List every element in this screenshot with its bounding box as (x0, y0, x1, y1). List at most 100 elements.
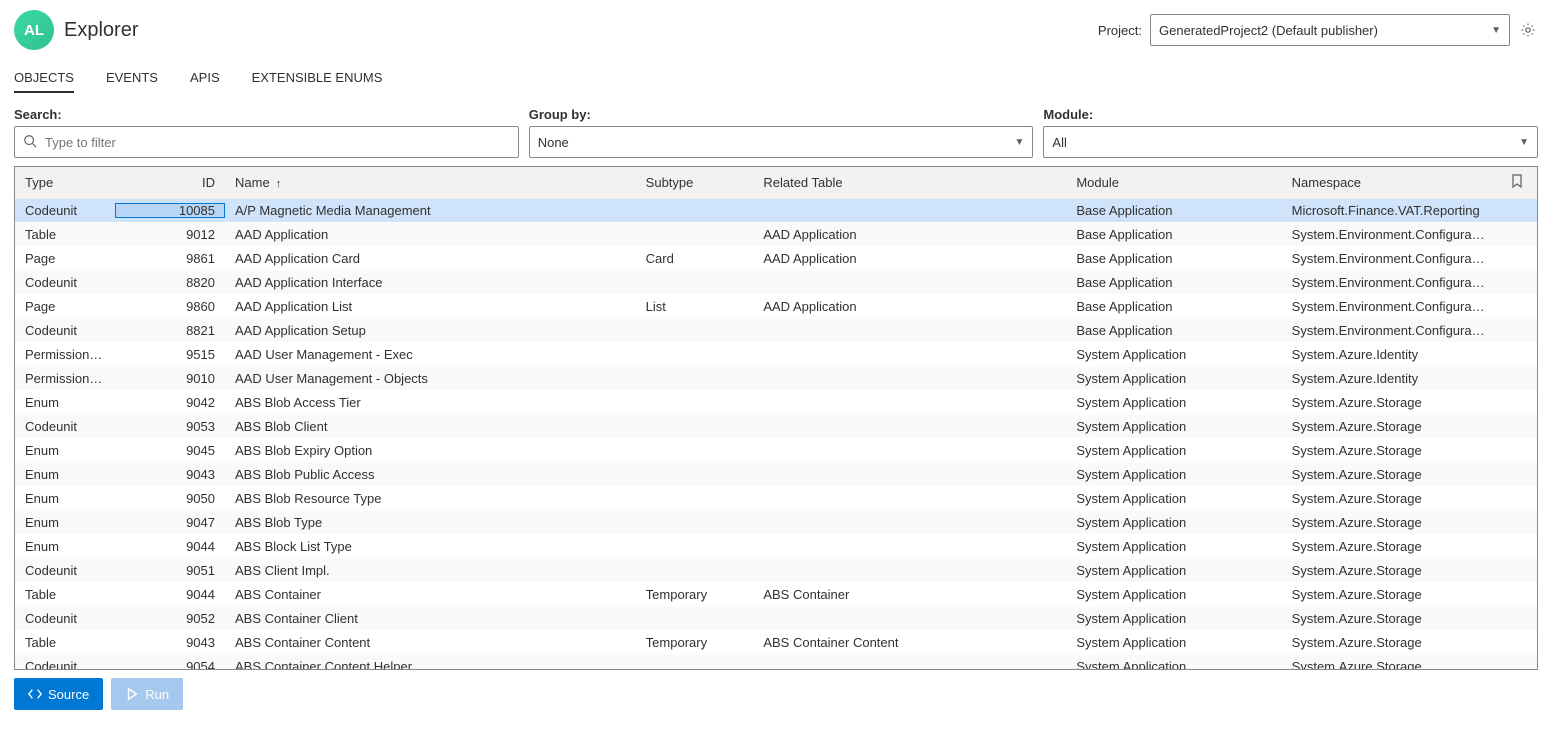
table-row[interactable]: Codeunit10085A/P Magnetic Media Manageme… (15, 199, 1537, 223)
cell-name: AAD Application (225, 227, 636, 242)
cell-type: Codeunit (15, 611, 115, 626)
table-row[interactable]: Enum9042ABS Blob Access TierSystem Appli… (15, 391, 1537, 415)
cell-name: ABS Blob Access Tier (225, 395, 636, 410)
cell-namespace: System.Azure.Identity (1282, 371, 1497, 386)
table-row[interactable]: PermissionSet9515AAD User Management - E… (15, 343, 1537, 367)
cell-module: Base Application (1066, 251, 1281, 266)
cell-type: Codeunit (15, 563, 115, 578)
table-row[interactable]: Enum9043ABS Blob Public AccessSystem App… (15, 463, 1537, 487)
code-icon (28, 687, 42, 701)
cell-type: Enum (15, 515, 115, 530)
cell-module: System Application (1066, 467, 1281, 482)
col-id[interactable]: ID (115, 175, 225, 190)
col-bookmark[interactable] (1497, 174, 1537, 191)
cell-type: Codeunit (15, 203, 115, 218)
cell-id: 9045 (115, 443, 225, 458)
cell-name: AAD Application Card (225, 251, 636, 266)
cell-module: System Application (1066, 563, 1281, 578)
cell-name: AAD User Management - Exec (225, 347, 636, 362)
tab-extensible-enums[interactable]: EXTENSIBLE ENUMS (252, 70, 383, 93)
table-row[interactable]: Page9860AAD Application ListListAAD Appl… (15, 295, 1537, 319)
table-row[interactable]: Table9012AAD ApplicationAAD ApplicationB… (15, 223, 1537, 247)
cell-related: AAD Application (753, 227, 1066, 242)
cell-namespace: Microsoft.Finance.VAT.Reporting (1282, 203, 1497, 218)
cell-module: Base Application (1066, 203, 1281, 218)
cell-name: ABS Blob Public Access (225, 467, 636, 482)
cell-namespace: System.Azure.Storage (1282, 563, 1497, 578)
cell-subtype: Temporary (636, 635, 754, 650)
col-related[interactable]: Related Table (753, 175, 1066, 190)
cell-module: System Application (1066, 539, 1281, 554)
cell-id: 9010 (115, 371, 225, 386)
cell-name: ABS Container Content (225, 635, 636, 650)
grid-header: Type ID Name↑ Subtype Related Table Modu… (15, 167, 1537, 199)
tab-apis[interactable]: APIS (190, 70, 220, 93)
module-label: Module: (1043, 107, 1538, 122)
cell-subtype: Temporary (636, 587, 754, 602)
cell-namespace: System.Azure.Identity (1282, 347, 1497, 362)
table-row[interactable]: Enum9047ABS Blob TypeSystem ApplicationS… (15, 511, 1537, 535)
table-row[interactable]: Codeunit9052ABS Container ClientSystem A… (15, 607, 1537, 631)
app-logo: AL (14, 10, 54, 50)
table-row[interactable]: Codeunit8820AAD Application InterfaceBas… (15, 271, 1537, 295)
cell-id: 9043 (115, 635, 225, 650)
table-row[interactable]: Codeunit9053ABS Blob ClientSystem Applic… (15, 415, 1537, 439)
cell-id: 9012 (115, 227, 225, 242)
col-namespace[interactable]: Namespace (1282, 175, 1497, 190)
cell-module: System Application (1066, 347, 1281, 362)
cell-type: Enum (15, 443, 115, 458)
table-row[interactable]: Codeunit8821AAD Application SetupBase Ap… (15, 319, 1537, 343)
gear-icon[interactable] (1518, 20, 1538, 40)
cell-module: Base Application (1066, 323, 1281, 338)
col-module[interactable]: Module (1066, 175, 1281, 190)
table-row[interactable]: Enum9044ABS Block List TypeSystem Applic… (15, 535, 1537, 559)
table-row[interactable]: Enum9050ABS Blob Resource TypeSystem App… (15, 487, 1537, 511)
tab-bar: OBJECTS EVENTS APIS EXTENSIBLE ENUMS (14, 70, 1538, 93)
cell-module: Base Application (1066, 299, 1281, 314)
cell-type: Enum (15, 395, 115, 410)
col-type[interactable]: Type (15, 175, 115, 190)
search-icon (23, 134, 37, 151)
tab-events[interactable]: EVENTS (106, 70, 158, 93)
cell-namespace: System.Azure.Storage (1282, 611, 1497, 626)
col-name[interactable]: Name↑ (225, 175, 636, 190)
search-input-wrap[interactable] (14, 126, 519, 158)
cell-related: AAD Application (753, 299, 1066, 314)
source-button[interactable]: Source (14, 678, 103, 710)
app-title: Explorer (64, 19, 138, 42)
cell-module: System Application (1066, 491, 1281, 506)
cell-id: 9043 (115, 467, 225, 482)
cell-namespace: System.Environment.Configurati... (1282, 323, 1497, 338)
cell-namespace: System.Environment.Configurati... (1282, 227, 1497, 242)
table-row[interactable]: Codeunit9051ABS Client Impl.System Appli… (15, 559, 1537, 583)
col-subtype[interactable]: Subtype (636, 175, 754, 190)
project-dropdown[interactable]: GeneratedProject2 (Default publisher) ▼ (1150, 14, 1510, 46)
cell-module: Base Application (1066, 227, 1281, 242)
table-row[interactable]: Codeunit9054ABS Container Content Helper… (15, 655, 1537, 669)
module-value: All (1052, 135, 1066, 150)
chevron-down-icon: ▼ (1519, 137, 1529, 148)
cell-id: 9051 (115, 563, 225, 578)
cell-type: Codeunit (15, 419, 115, 434)
groupby-value: None (538, 135, 569, 150)
cell-id: 9054 (115, 659, 225, 669)
groupby-dropdown[interactable]: None ▼ (529, 126, 1034, 158)
table-row[interactable]: Enum9045ABS Blob Expiry OptionSystem App… (15, 439, 1537, 463)
cell-id: 8821 (115, 323, 225, 338)
cell-module: System Application (1066, 395, 1281, 410)
search-input[interactable] (43, 134, 510, 151)
table-row[interactable]: PermissionSet9010AAD User Management - O… (15, 367, 1537, 391)
table-row[interactable]: Table9043ABS Container ContentTemporaryA… (15, 631, 1537, 655)
cell-name: AAD Application List (225, 299, 636, 314)
table-row[interactable]: Table9044ABS ContainerTemporaryABS Conta… (15, 583, 1537, 607)
run-button[interactable]: Run (111, 678, 183, 710)
cell-namespace: System.Azure.Storage (1282, 491, 1497, 506)
cell-type: Enum (15, 491, 115, 506)
tab-objects[interactable]: OBJECTS (14, 70, 74, 93)
objects-grid: Type ID Name↑ Subtype Related Table Modu… (14, 166, 1538, 670)
table-row[interactable]: Page9861AAD Application CardCardAAD Appl… (15, 247, 1537, 271)
cell-namespace: System.Azure.Storage (1282, 515, 1497, 530)
module-dropdown[interactable]: All ▼ (1043, 126, 1538, 158)
cell-type: Codeunit (15, 659, 115, 669)
cell-namespace: System.Environment.Configurati... (1282, 251, 1497, 266)
